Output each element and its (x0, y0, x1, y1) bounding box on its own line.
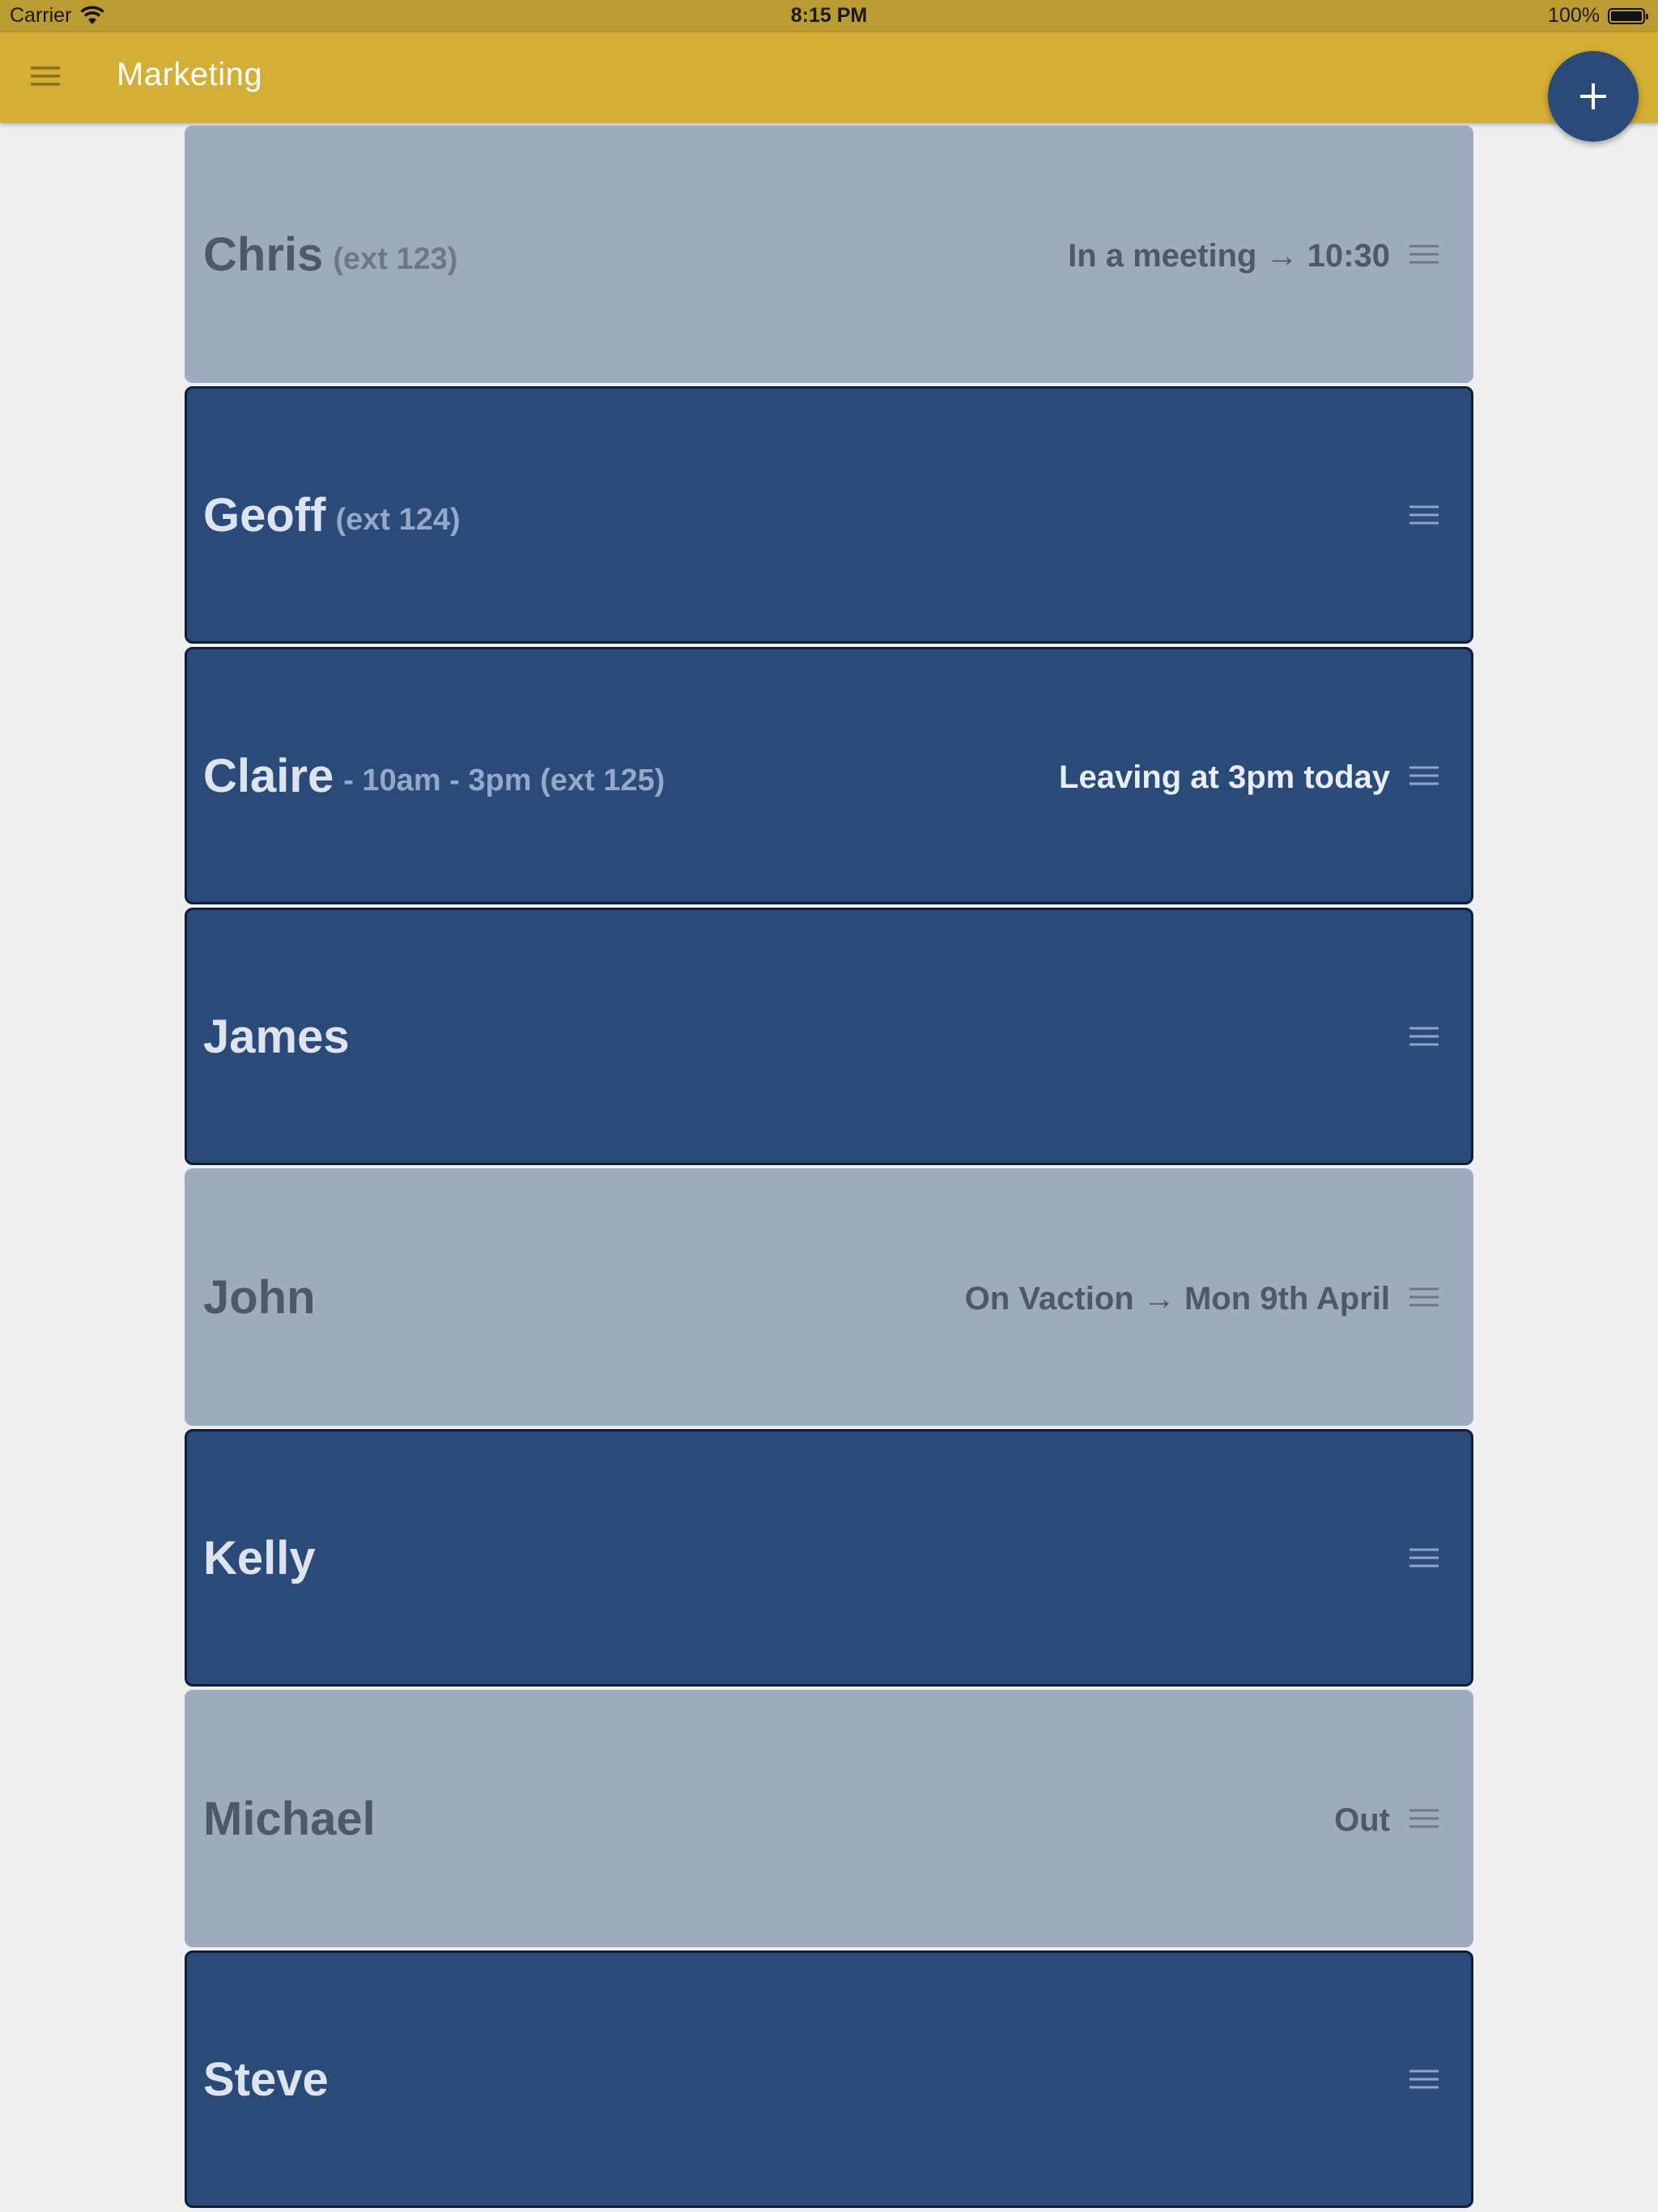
status-bar: Carrier 8:15 PM 100% (0, 0, 1658, 32)
person-card[interactable]: John On Vaction → Mon 9th April (185, 1168, 1473, 1426)
person-name: Geoff (203, 488, 326, 542)
person-name: Michael (203, 1792, 376, 1845)
person-extension: (ext 124) (335, 502, 461, 537)
hamburger-menu-icon[interactable] (23, 53, 68, 99)
battery-icon (1608, 8, 1648, 24)
drag-handle-icon[interactable] (1408, 764, 1440, 789)
person-extension: - 10am - 3pm (ext 125) (343, 763, 665, 798)
person-card[interactable]: Michael Out (185, 1690, 1473, 1947)
add-person-button[interactable] (1548, 51, 1639, 142)
person-status: In a meeting → 10:30 (1068, 237, 1390, 274)
app-bar: Marketing (0, 32, 1658, 123)
person-status: Out (1334, 1802, 1390, 1838)
person-extension: (ext 123) (333, 241, 458, 276)
person-name: Chris (203, 228, 324, 281)
person-name: James (203, 1010, 350, 1063)
person-name: Steve (203, 2052, 329, 2106)
person-card[interactable]: Claire - 10am - 3pm (ext 125) Leaving at… (185, 647, 1473, 904)
clock: 8:15 PM (790, 4, 868, 27)
people-list: Chris (ext 123) In a meeting → 10:30 Geo… (185, 125, 1473, 2211)
person-status: Leaving at 3pm today (1059, 759, 1390, 795)
person-card[interactable]: Chris (ext 123) In a meeting → 10:30 (185, 125, 1473, 383)
person-card[interactable]: Steve (185, 1950, 1473, 2208)
person-card[interactable]: James (185, 908, 1473, 1165)
drag-handle-icon[interactable] (1408, 2068, 1440, 2092)
drag-handle-icon[interactable] (1408, 243, 1440, 267)
page-title: Marketing (117, 57, 263, 92)
drag-handle-icon[interactable] (1408, 1807, 1440, 1831)
person-name: Kelly (203, 1531, 316, 1585)
battery-percent: 100% (1548, 4, 1600, 27)
drag-handle-icon[interactable] (1408, 504, 1440, 528)
person-name: Claire (203, 749, 334, 802)
person-card[interactable]: Kelly (185, 1429, 1473, 1687)
drag-handle-icon[interactable] (1408, 1025, 1440, 1049)
person-status: On Vaction → Mon 9th April (964, 1280, 1390, 1317)
person-card[interactable]: Geoff (ext 124) (185, 386, 1473, 644)
person-name: John (203, 1270, 316, 1324)
drag-handle-icon[interactable] (1408, 1286, 1440, 1310)
plus-icon (1580, 83, 1606, 109)
drag-handle-icon[interactable] (1408, 1546, 1440, 1571)
